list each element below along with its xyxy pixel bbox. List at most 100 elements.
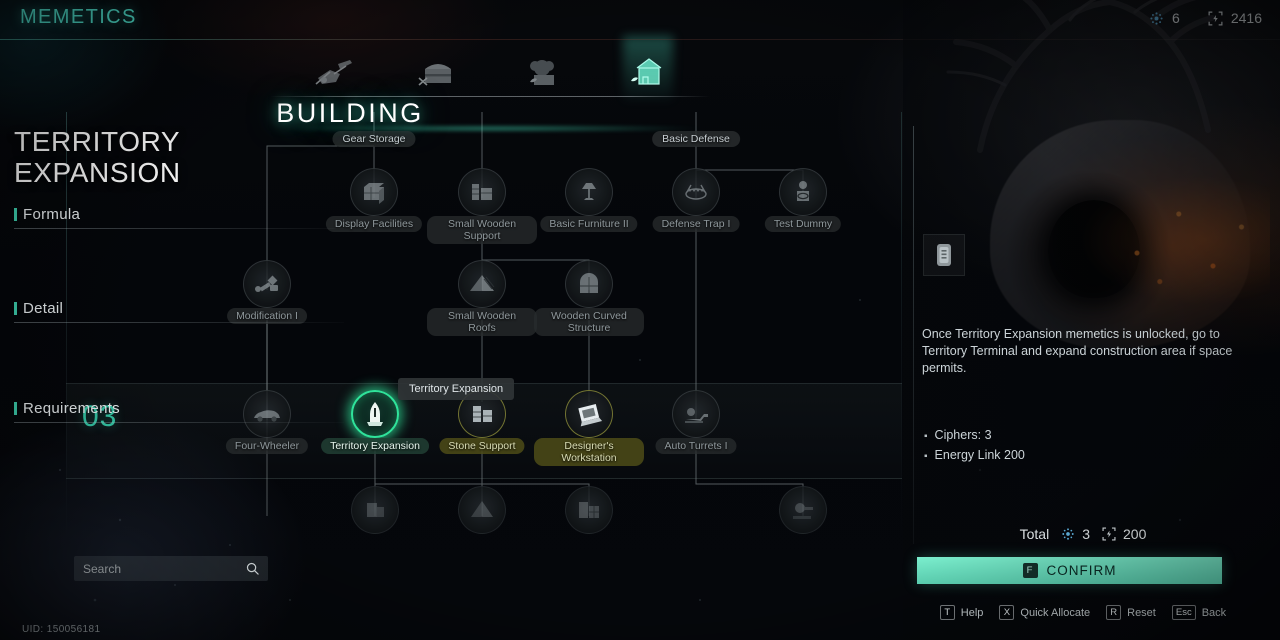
- curved-wood-icon: [565, 260, 613, 308]
- turret-icon: [672, 390, 720, 438]
- total-ciphers-value: 3: [1082, 526, 1090, 542]
- requirements-list: Ciphers: 3 Energy Link 200: [924, 426, 1025, 466]
- piston-icon: [243, 260, 291, 308]
- total-row: Total 3 200: [903, 526, 1263, 542]
- requirement-item: Energy Link 200: [924, 446, 1025, 466]
- search-icon[interactable]: [246, 562, 259, 575]
- chip-basic-defense[interactable]: Basic Defense: [652, 131, 740, 147]
- requirement-item: Ciphers: 3: [924, 426, 1025, 446]
- total-energy-value: 200: [1123, 526, 1147, 542]
- formula-item-icon: [937, 244, 951, 266]
- node-label: Test Dummy: [764, 216, 842, 232]
- total-ciphers: 3: [1061, 526, 1090, 542]
- node-row4-c[interactable]: [559, 486, 619, 546]
- roof-icon: [458, 260, 506, 308]
- node-designers-workstation[interactable]: Designer's Workstation: [534, 390, 644, 466]
- detail-panel: [903, 0, 1280, 640]
- section-title: BUILDING: [276, 98, 424, 128]
- node-basic-furniture-ii[interactable]: Basic Furniture II: [540, 168, 639, 232]
- stone-roof-icon: [458, 486, 506, 534]
- total-label: Total: [1019, 526, 1050, 542]
- node-auto-turrets-i[interactable]: Auto Turrets I: [655, 390, 737, 454]
- territory-icon: [351, 390, 399, 438]
- node-label: Small Wooden Roofs: [427, 308, 537, 336]
- total-energy: 200: [1102, 526, 1146, 542]
- tab-building[interactable]: [617, 50, 679, 96]
- tabs-divider: [270, 96, 710, 97]
- uid-label: UID: 150056181: [22, 624, 101, 635]
- formula-item-slot[interactable]: [923, 234, 965, 276]
- trap-icon: [672, 168, 720, 216]
- node-label: Modification I: [227, 308, 307, 324]
- hint-label: Back: [1201, 606, 1227, 619]
- node-label: Small Wooden Support: [427, 216, 537, 244]
- hint-label: Quick Allocate: [1020, 606, 1091, 619]
- node-wooden-curved-structure[interactable]: Wooden Curved Structure: [534, 260, 644, 336]
- page-title: MEMETICS: [20, 6, 137, 28]
- memetics-screen: MEMETICS 6: [0, 0, 1280, 640]
- car-icon: [243, 390, 291, 438]
- node-territory-expansion[interactable]: Territory Expansion: [321, 390, 429, 454]
- tab-gear[interactable]: [407, 50, 469, 96]
- formula-heading: Formula: [14, 206, 80, 223]
- confirm-button[interactable]: F CONFIRM: [917, 557, 1222, 584]
- node-display-facilities[interactable]: Display Facilities: [325, 168, 423, 232]
- node-row4-a[interactable]: [345, 486, 405, 546]
- node-label: Basic Furniture II: [540, 216, 639, 232]
- detail-divider: [14, 322, 344, 323]
- hint-key: R: [1106, 605, 1122, 620]
- stone-icon: [351, 486, 399, 534]
- node-four-wheeler[interactable]: Four-Wheeler: [225, 390, 309, 454]
- node-label: Auto Turrets I: [655, 438, 737, 454]
- turret-icon: [779, 486, 827, 534]
- hint-label: Reset: [1127, 606, 1156, 619]
- tab-weapons[interactable]: [302, 50, 364, 96]
- hint-back[interactable]: Esc Back: [1171, 605, 1227, 620]
- node-tooltip: Territory Expansion: [398, 378, 515, 400]
- detail-description: Once Territory Expansion memetics is unl…: [922, 327, 1233, 375]
- requirements-divider: [14, 422, 344, 423]
- node-label: Four-Wheeler: [225, 438, 309, 454]
- node-row4-d[interactable]: [773, 486, 833, 546]
- requirements-heading: Requirements: [14, 400, 120, 417]
- hint-label: Help: [960, 606, 984, 619]
- plant-crate-icon: [529, 60, 554, 85]
- hint-help[interactable]: T Help: [939, 605, 984, 620]
- node-small-wooden-roofs[interactable]: Small Wooden Roofs: [427, 260, 537, 336]
- hint-key: Esc: [1171, 605, 1196, 620]
- node-label: Designer's Workstation: [534, 438, 644, 466]
- hint-key: X: [999, 605, 1015, 620]
- node-modification-i[interactable]: Modification I: [227, 260, 307, 324]
- tab-survival[interactable]: [512, 50, 574, 96]
- chip-gear-storage[interactable]: Gear Storage: [332, 131, 416, 147]
- energy-link-icon: [1102, 527, 1116, 541]
- wood-support-icon: [458, 168, 506, 216]
- node-label: Stone Support: [439, 438, 525, 454]
- dummy-icon: [779, 168, 827, 216]
- formula-divider: [14, 228, 344, 229]
- confirm-label: CONFIRM: [1046, 563, 1117, 578]
- node-label: Territory Expansion: [321, 438, 429, 454]
- detail-title: TERRITORY EXPANSION: [14, 126, 181, 188]
- node-defense-trap-i[interactable]: Defense Trap I: [652, 168, 740, 232]
- search-input[interactable]: [83, 561, 246, 576]
- hint-reset[interactable]: R Reset: [1106, 605, 1156, 620]
- node-small-wooden-support[interactable]: Small Wooden Support: [427, 168, 537, 244]
- node-label: Wooden Curved Structure: [534, 308, 644, 336]
- cipher-icon: [1062, 528, 1074, 540]
- node-row4-b[interactable]: [452, 486, 512, 546]
- detail-heading: Detail: [14, 300, 63, 317]
- lamp-icon: [565, 168, 613, 216]
- hint-quick-allocate[interactable]: X Quick Allocate: [999, 605, 1090, 620]
- weapon-icon: [314, 60, 352, 85]
- node-label: Display Facilities: [325, 216, 423, 232]
- crate-icon: [350, 168, 398, 216]
- workstation-icon: [565, 390, 613, 438]
- stone-wall-icon: [565, 486, 613, 534]
- building-icon: [630, 58, 661, 85]
- category-tabs: [280, 44, 700, 96]
- hint-bar: T Help X Quick Allocate R Reset Esc Back: [903, 605, 1263, 620]
- hint-key: T: [939, 605, 955, 620]
- node-test-dummy[interactable]: Test Dummy: [764, 168, 842, 232]
- search-box[interactable]: [74, 556, 268, 581]
